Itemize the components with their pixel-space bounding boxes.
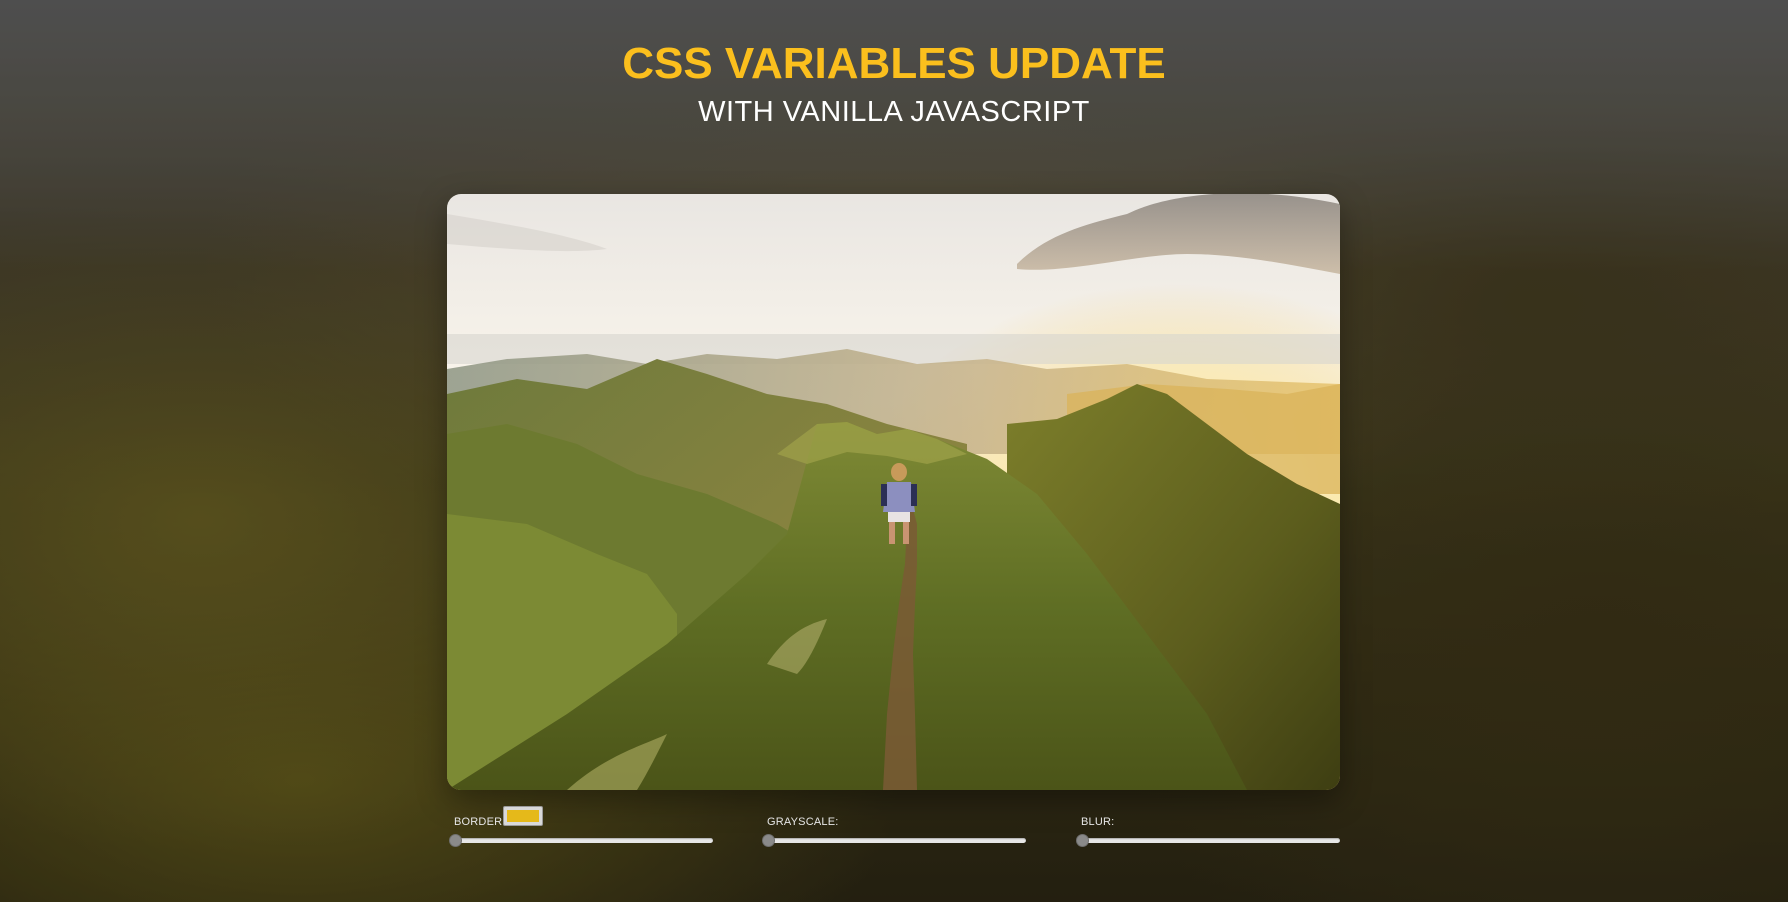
page-title: CSS VARIABLES UPDATE (622, 39, 1166, 88)
border-slider[interactable] (449, 834, 713, 847)
border-color-picker[interactable] (503, 806, 543, 826)
grayscale-slider[interactable] (762, 834, 1026, 847)
grayscale-control: GRAYSCALE: (760, 806, 1030, 856)
border-slider-thumb[interactable] (449, 834, 462, 847)
border-color-swatch (507, 810, 539, 822)
hero-photo (447, 194, 1340, 790)
page-subtitle: WITH VANILLA JAVASCRIPT (698, 96, 1090, 128)
page-header: CSS VARIABLES UPDATE WITH VANILLA JAVASC… (0, 36, 1788, 130)
blur-slider-thumb[interactable] (1076, 834, 1089, 847)
blur-control: BLUR: (1074, 806, 1344, 856)
border-label: BORDER (454, 816, 503, 828)
blur-slider[interactable] (1076, 834, 1340, 847)
blur-label: BLUR: (1081, 816, 1115, 828)
grayscale-slider-thumb[interactable] (762, 834, 775, 847)
border-control: BORDER (447, 806, 717, 856)
grayscale-label: GRAYSCALE: (767, 816, 839, 828)
controls-panel: BORDER GRAYSCALE: BLUR: (447, 806, 1343, 856)
